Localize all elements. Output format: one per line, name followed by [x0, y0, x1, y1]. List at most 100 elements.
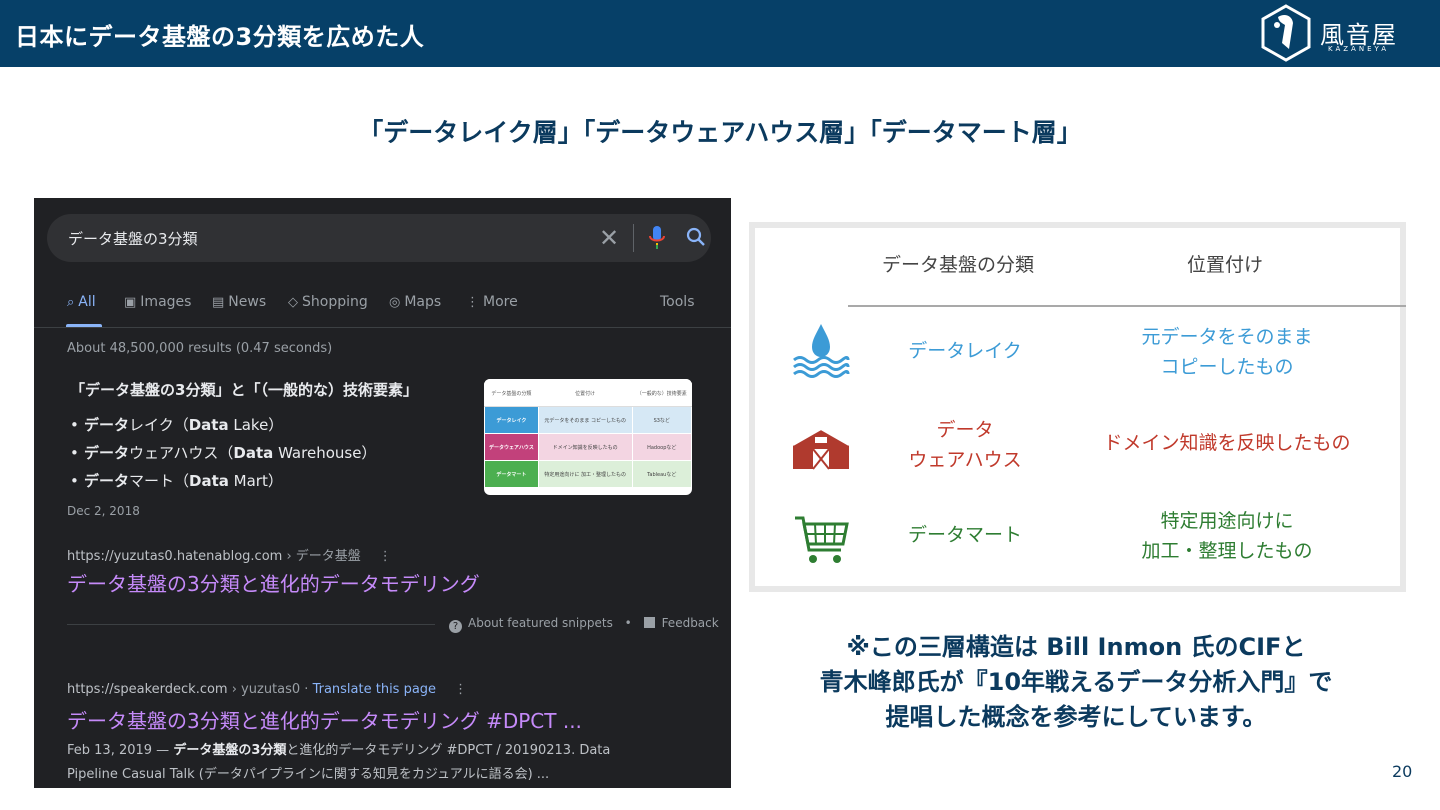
- category-data-warehouse: ウェアハウス: [908, 449, 1022, 471]
- microphone-icon[interactable]: [648, 225, 666, 251]
- thumb-cell: ドメイン知識を反映したもの: [537, 433, 633, 461]
- translate-link[interactable]: Translate this page: [313, 682, 436, 697]
- tab-images[interactable]: ▣ Images: [124, 294, 191, 310]
- tab-shopping[interactable]: ◇ Shopping: [288, 294, 368, 310]
- tag-icon: ◇: [288, 295, 298, 310]
- kazaneya-logo: 風音屋 KAZANEYA: [1258, 3, 1408, 63]
- tab-label: More: [483, 294, 518, 310]
- bullet-bold: データ: [84, 472, 130, 490]
- thumb-cell: データマート: [484, 460, 539, 488]
- tab-label: News: [228, 294, 267, 310]
- thumbnail-table: データ基盤の分類 位置付け （一般的な）技術要素 データレイク 元データをそのま…: [484, 379, 692, 488]
- snippet-thumbnail[interactable]: データ基盤の分類 位置付け （一般的な）技術要素 データレイク 元データをそのま…: [484, 379, 692, 495]
- result-title-link[interactable]: データ基盤の3分類と進化的データモデリング: [67, 568, 480, 597]
- bullet-bold: データ: [84, 416, 130, 434]
- result-url[interactable]: https://speakerdeck.com › yuzutas0 · Tra…: [67, 682, 467, 697]
- feedback-link[interactable]: Feedback: [662, 616, 719, 630]
- help-icon: ?: [449, 620, 462, 633]
- column-header-category: データ基盤の分類: [882, 254, 1035, 276]
- position-line: ドメイン知識を反映したもの: [1103, 432, 1351, 454]
- bullet-text: Mart）: [228, 472, 283, 490]
- bullet-bold: データ: [84, 444, 130, 462]
- thumb-header: 位置付け: [537, 379, 633, 407]
- thumb-header: （一般的な）技術要素: [631, 379, 692, 407]
- thumb-cell: 特定用途向けに 加工・整理したもの: [537, 460, 633, 488]
- more-vert-icon[interactable]: ⋮: [379, 549, 392, 564]
- thumb-cell: 元データをそのまま コピーしたもの: [537, 406, 633, 434]
- footnote-line: 青木峰郎氏が『10年戦えるデータ分析入門』で: [819, 668, 1333, 696]
- desc-bold: データ基盤の3分類: [173, 743, 287, 758]
- bullet-bold: Data: [189, 472, 229, 490]
- pin-icon: ◎: [389, 295, 401, 310]
- search-icon: ⌕: [67, 295, 75, 310]
- logo-mark-icon: [1261, 4, 1311, 62]
- url-domain: https://yuzutas0.hatenablog.com: [67, 549, 283, 564]
- list-item: • データレイク（Data Lake）: [70, 416, 284, 434]
- position-line: 加工・整理したもの: [1141, 540, 1313, 562]
- separator: ·: [300, 682, 313, 697]
- bullet-bold: Data: [188, 416, 229, 434]
- result-stats: About 48,500,000 results (0.47 seconds): [67, 341, 333, 356]
- desc-text: Pipeline Casual Talk (データパイプラインに関する知見をカジ…: [67, 767, 550, 782]
- url-domain: https://speakerdeck.com: [67, 682, 228, 697]
- bullet-text: Lake）: [228, 416, 284, 434]
- cart-icon: [795, 516, 849, 563]
- column-header-position: 位置付け: [1187, 254, 1264, 276]
- more-vert-icon[interactable]: ⋮: [454, 682, 467, 697]
- feedback-icon: [643, 617, 655, 628]
- tab-more[interactable]: ⋮ More: [466, 294, 518, 310]
- about-snippets-link[interactable]: About featured snippets: [468, 616, 613, 630]
- position-line: コピーしたもの: [1160, 356, 1294, 378]
- page-number: 20: [1392, 762, 1413, 781]
- tab-all[interactable]: ⌕ All: [67, 294, 96, 310]
- google-search-screenshot: データ基盤の3分類 ✕ ⌕ All ▣ Images ▤ News ◇ Shopping…: [34, 198, 731, 788]
- footnote-line: 提唱した概念を参考にしています。: [885, 703, 1267, 731]
- separator: •: [624, 616, 632, 630]
- tab-label: Maps: [404, 294, 442, 310]
- footnote-line: ※この三層構造は Bill Inmon 氏のCIFと: [846, 633, 1306, 661]
- list-item: • データマート（Data Mart）: [70, 472, 283, 490]
- thumb-cell: S3など: [631, 406, 692, 434]
- image-icon: ▣: [124, 295, 137, 310]
- clear-icon[interactable]: ✕: [599, 222, 619, 254]
- bullet-text: ウェアハウス（: [129, 444, 234, 462]
- result-title-link[interactable]: データ基盤の3分類と進化的データモデリング #DPCT ...: [67, 705, 582, 734]
- more-vert-icon: ⋮: [466, 295, 479, 310]
- search-bar[interactable]: データ基盤の3分類 ✕: [47, 214, 711, 262]
- tools-button[interactable]: Tools: [660, 294, 695, 310]
- footnote: ※この三層構造は Bill Inmon 氏のCIFと 青木峰郎氏が『10年戦える…: [770, 630, 1382, 735]
- desc-date: Feb 13, 2019 —: [67, 743, 174, 758]
- slide-subtitle: 「データレイク層」「データウェアハウス層」「データマート層」: [358, 118, 1082, 147]
- snippet-title: 「データ基盤の3分類」と「（一般的な）技術要素」: [70, 381, 418, 399]
- divider: [67, 624, 435, 625]
- tab-label: All: [78, 294, 96, 310]
- position-line: 特定用途向けに: [1160, 510, 1294, 532]
- snippet-list: • データレイク（Data Lake） • データウェアハウス（Data Wareh…: [70, 414, 376, 498]
- thumb-cell: Tableauなど: [631, 460, 692, 488]
- category-data-lake: データレイク: [908, 340, 1022, 362]
- result-description: Feb 13, 2019 — データ基盤の3分類と進化的データモデリング #DP…: [67, 739, 707, 787]
- classification-table: データ基盤の分類 位置付け データレイク 元データをそのまま コピーしたもの デ…: [749, 222, 1406, 592]
- search-divider: [633, 224, 634, 252]
- tab-maps[interactable]: ◎ Maps: [389, 294, 441, 310]
- slide-title: 日本にデータ基盤の3分類を広めた人: [15, 23, 425, 51]
- bullet-text: Warehouse）: [273, 444, 377, 462]
- news-icon: ▤: [212, 295, 225, 310]
- category-data-mart: データマート: [907, 524, 1022, 546]
- desc-text: と進化的データモデリング #DPCT / 20190213. Data: [286, 743, 611, 758]
- thumb-header: データ基盤の分類: [484, 379, 539, 407]
- url-path: › データ基盤: [282, 549, 361, 564]
- warehouse-icon: [792, 427, 850, 470]
- search-icon[interactable]: [685, 226, 707, 248]
- header-rule: [848, 305, 1406, 307]
- active-tab-indicator: [66, 324, 102, 327]
- tab-news[interactable]: ▤ News: [212, 294, 266, 310]
- water-icon: [793, 324, 850, 378]
- list-item: • データウェアハウス（Data Warehouse）: [70, 444, 377, 462]
- search-query[interactable]: データ基盤の3分類: [68, 228, 198, 249]
- thumb-cell: データレイク: [484, 406, 539, 434]
- featured-snippet-footer: ? About featured snippets • Feedback: [449, 616, 719, 633]
- thumb-cell: データウェアハウス: [484, 433, 539, 461]
- result-url[interactable]: https://yuzutas0.hatenablog.com › データ基盤 ⋮: [67, 545, 392, 564]
- bullet-bold: Data: [233, 444, 274, 462]
